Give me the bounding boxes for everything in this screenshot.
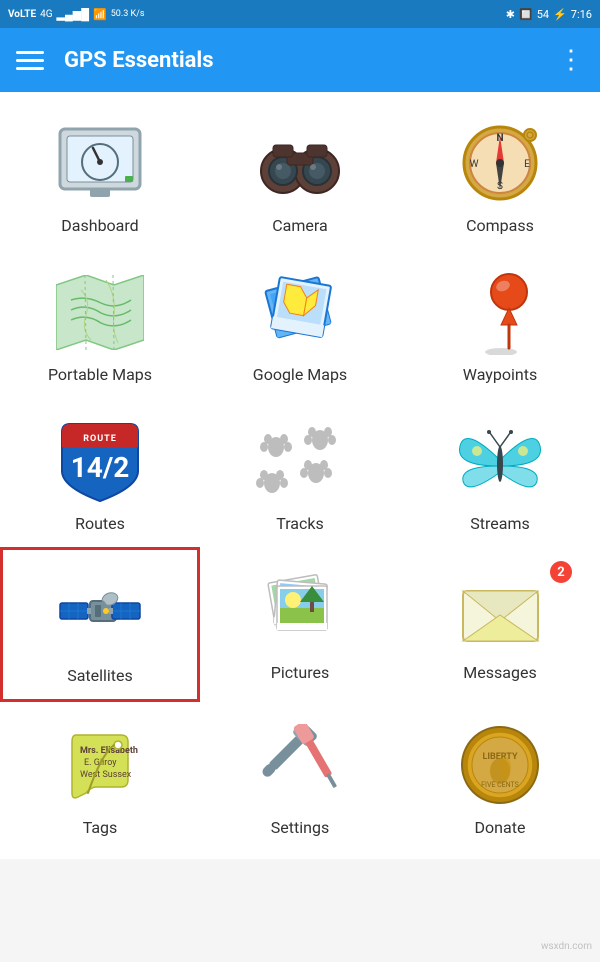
volte-indicator: VoLTE [8,9,36,20]
tags-label: Tags [83,818,118,837]
google-maps-label: Google Maps [253,365,347,384]
messages-badge: 2 [550,561,572,583]
battery-percent: 54 [537,8,549,21]
routes-icon: ROUTE 14/2 [50,416,150,506]
grid-item-portable-maps[interactable]: Portable Maps [0,249,200,398]
google-maps-icon [250,267,350,357]
svg-text:West Sussex: West Sussex [80,770,132,780]
camera-icon [250,118,350,208]
status-bar: VoLTE 4G ▂▄▆█ 📶 50.3 K/s ✱ 🔲 54 ⚡ 7:16 [0,0,600,28]
portable-maps-label: Portable Maps [48,365,152,384]
signal-bars: ▂▄▆█ [57,8,90,21]
dashboard-label: Dashboard [61,216,138,235]
grid-item-messages[interactable]: 2 Messages [400,547,600,702]
more-options-button[interactable]: ⋮ [558,47,584,73]
app-title: GPS Essentials [64,48,558,73]
grid-item-waypoints[interactable]: Waypoints [400,249,600,398]
donate-icon: LIBERTY FIVE CENTS [450,720,550,810]
grid-item-settings[interactable]: Settings [200,702,400,851]
grid-item-dashboard[interactable]: Dashboard [0,100,200,249]
portable-maps-icon [50,267,150,357]
grid-item-routes[interactable]: ROUTE 14/2 Routes [0,398,200,547]
routes-label: Routes [75,514,125,533]
svg-text:FIVE CENTS: FIVE CENTS [481,781,519,789]
grid-item-streams[interactable]: Streams [400,398,600,547]
tracks-icon [250,416,350,506]
svg-text:14/2: 14/2 [71,451,130,484]
streams-label: Streams [470,514,529,533]
menu-button[interactable] [16,51,44,70]
app-bar: GPS Essentials ⋮ [0,28,600,92]
grid-item-satellites[interactable]: Satellites [0,547,200,702]
svg-text:ROUTE: ROUTE [83,434,117,444]
network-indicator: 4G [40,9,52,20]
bluetooth-icon: ✱ [506,8,515,21]
tracks-label: Tracks [276,514,324,533]
compass-label: Compass [466,216,534,235]
settings-label: Settings [271,818,329,837]
settings-icon [250,720,350,810]
time: 7:16 [571,8,592,21]
speed-indicator: 50.3 K/s [111,9,145,19]
grid-item-camera[interactable]: Camera [200,100,400,249]
battery-icon: 🔲 [519,8,533,21]
main-grid: Dashboard Camera [0,92,600,859]
waypoints-icon [450,267,550,357]
grid-item-compass[interactable]: N S W E Compass [400,100,600,249]
status-right: ✱ 🔲 54 ⚡ 7:16 [506,8,592,21]
satellites-icon [50,568,150,658]
tags-icon: Mrs. Elisabeth E. Gilroy West Sussex [50,720,150,810]
compass-icon: N S W E [450,118,550,208]
waypoints-label: Waypoints [463,365,537,384]
messages-label: Messages [463,663,536,682]
wifi-icon: 📶 [93,8,107,21]
grid-item-google-maps[interactable]: Google Maps [200,249,400,398]
messages-icon [450,565,550,655]
status-left: VoLTE 4G ▂▄▆█ 📶 50.3 K/s [8,8,145,21]
grid-item-donate[interactable]: LIBERTY FIVE CENTS Donate [400,702,600,851]
grid-item-pictures[interactable]: Pictures [200,547,400,702]
charging-icon: ⚡ [553,8,567,21]
grid-item-tags[interactable]: Mrs. Elisabeth E. Gilroy West Sussex Tag… [0,702,200,851]
camera-label: Camera [272,216,327,235]
pictures-label: Pictures [271,663,329,682]
svg-text:E: E [524,159,530,170]
streams-icon [450,416,550,506]
donate-label: Donate [475,818,526,837]
pictures-icon [250,565,350,655]
dashboard-icon [50,118,150,208]
watermark: wsxdn.com [541,941,592,952]
svg-text:W: W [469,159,478,170]
grid-item-tracks[interactable]: Tracks [200,398,400,547]
satellites-label: Satellites [67,666,133,685]
